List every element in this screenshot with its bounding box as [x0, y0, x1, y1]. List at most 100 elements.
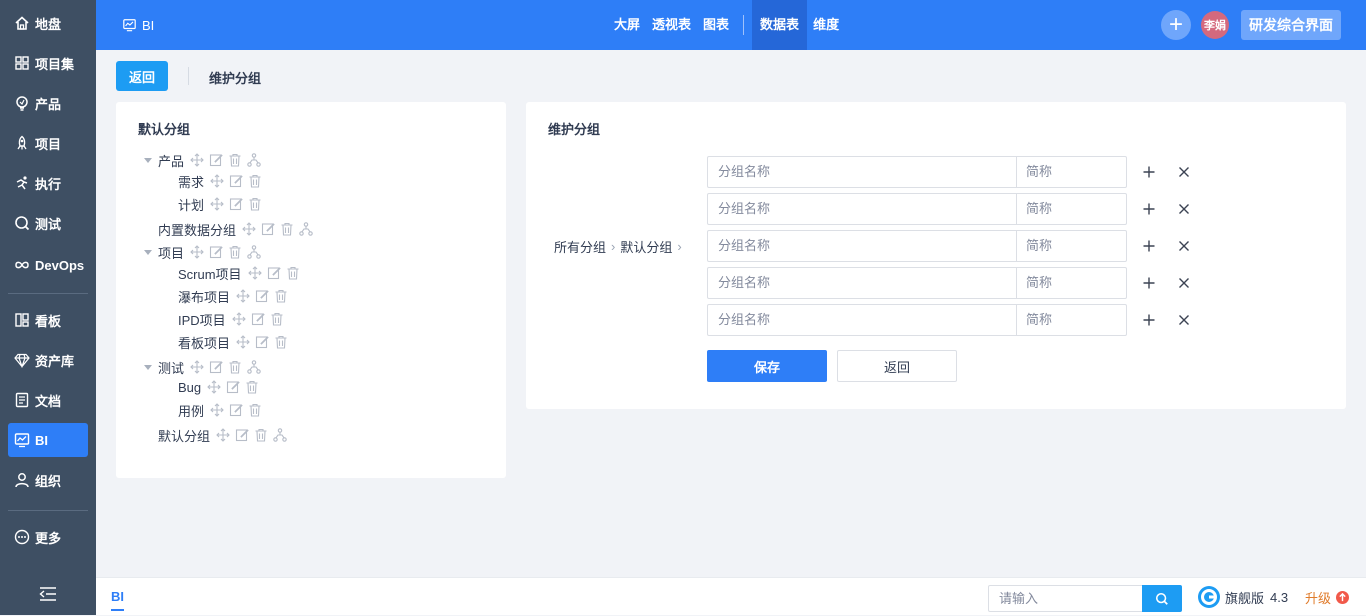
group-name-input[interactable]: 分组名称 [708, 194, 1017, 224]
add-subgroup-icon[interactable] [247, 360, 261, 374]
edit-icon[interactable] [209, 245, 223, 259]
move-icon[interactable] [210, 197, 224, 211]
sidebar-item-kanban[interactable]: 看板 [8, 303, 88, 337]
tree-node[interactable]: 用例 [178, 401, 267, 419]
group-abbr-input[interactable]: 简称 [1017, 194, 1126, 224]
group-abbr-input[interactable]: 简称 [1017, 231, 1126, 261]
caret-down-icon[interactable] [144, 249, 152, 255]
tree-node[interactable]: IPD项目 [178, 310, 289, 328]
edit-icon[interactable] [267, 266, 281, 280]
add-row-icon[interactable] [1142, 313, 1156, 327]
move-icon[interactable] [210, 403, 224, 417]
trash-icon[interactable] [254, 428, 268, 442]
add-row-icon[interactable] [1142, 202, 1156, 216]
edit-icon[interactable] [229, 197, 243, 211]
tree-node[interactable]: 瀑布项目 [178, 287, 293, 305]
tab-pivot[interactable]: 透视表 [646, 0, 697, 50]
group-abbr-input[interactable]: 简称 [1017, 305, 1126, 335]
sidebar-item-program[interactable]: 项目集 [8, 46, 88, 80]
tab-data-table[interactable]: 数据表 [752, 0, 808, 50]
edit-icon[interactable] [209, 360, 223, 374]
sidebar-item-organization[interactable]: 组织 [8, 463, 88, 497]
remove-row-icon[interactable] [1177, 313, 1191, 327]
trash-icon[interactable] [248, 403, 262, 417]
group-abbr-input[interactable]: 简称 [1017, 268, 1126, 298]
sidebar-item-test[interactable]: 测试 [8, 206, 88, 240]
edit-icon[interactable] [251, 312, 265, 326]
back-button[interactable]: 返回 [116, 61, 168, 91]
move-icon[interactable] [236, 289, 250, 303]
sidebar-item-devops[interactable]: DevOps [8, 248, 88, 282]
move-icon[interactable] [190, 360, 204, 374]
add-subgroup-icon[interactable] [299, 222, 313, 236]
tree-node[interactable]: Bug [178, 378, 264, 396]
tree-node[interactable]: 默认分组 [158, 426, 292, 444]
tree-node[interactable]: 计划 [178, 195, 267, 213]
group-name-input[interactable]: 分组名称 [708, 305, 1017, 335]
sidebar-item-docs[interactable]: 文档 [8, 383, 88, 417]
edit-icon[interactable] [235, 428, 249, 442]
edit-icon[interactable] [226, 380, 240, 394]
trash-icon[interactable] [248, 174, 262, 188]
trash-icon[interactable] [274, 289, 288, 303]
bottom-tab-bi[interactable]: BI [111, 578, 124, 616]
move-icon[interactable] [207, 380, 221, 394]
move-icon[interactable] [190, 245, 204, 259]
tree-node[interactable]: 测试 [144, 358, 266, 376]
tree-node[interactable]: 需求 [178, 172, 267, 190]
trash-icon[interactable] [274, 335, 288, 349]
edit-icon[interactable] [255, 289, 269, 303]
edit-icon[interactable] [255, 335, 269, 349]
move-icon[interactable] [242, 222, 256, 236]
breadcrumb-all-groups[interactable]: 所有分组 [554, 237, 606, 256]
tree-node[interactable]: 看板项目 [178, 333, 293, 351]
avatar[interactable]: 李娟 [1201, 11, 1229, 39]
move-icon[interactable] [210, 174, 224, 188]
edition-info[interactable]: 旗舰版 4.3 [1197, 578, 1288, 616]
search-button[interactable] [1142, 585, 1182, 612]
add-subgroup-icon[interactable] [247, 245, 261, 259]
tab-chart[interactable]: 图表 [697, 0, 735, 50]
trash-icon[interactable] [228, 245, 242, 259]
edit-icon[interactable] [209, 153, 223, 167]
sidebar-item-bi[interactable]: BI [8, 423, 88, 457]
tree-node[interactable]: 内置数据分组 [158, 220, 318, 238]
group-name-input[interactable]: 分组名称 [708, 268, 1017, 298]
sidebar-item-more[interactable]: 更多 [8, 520, 88, 554]
edit-icon[interactable] [229, 174, 243, 188]
sidebar-item-execution[interactable]: 执行 [8, 166, 88, 200]
search-input[interactable]: 请输入 [988, 585, 1143, 612]
trash-icon[interactable] [280, 222, 294, 236]
caret-down-icon[interactable] [144, 157, 152, 163]
sidebar-item-assets[interactable]: 资产库 [8, 343, 88, 377]
tab-dimension[interactable]: 维度 [807, 0, 845, 50]
quick-create-button[interactable]: + [1161, 10, 1191, 40]
remove-row-icon[interactable] [1177, 202, 1191, 216]
sidebar-item-product[interactable]: 产品 [8, 86, 88, 120]
remove-row-icon[interactable] [1177, 276, 1191, 290]
tree-node[interactable]: 产品 [144, 151, 266, 169]
group-name-input[interactable]: 分组名称 [708, 231, 1017, 261]
tab-screen[interactable]: 大屏 [608, 0, 646, 50]
sidebar-item-dashboard[interactable]: 地盘 [8, 6, 88, 40]
move-icon[interactable] [190, 153, 204, 167]
move-icon[interactable] [216, 428, 230, 442]
remove-row-icon[interactable] [1177, 165, 1191, 179]
remove-row-icon[interactable] [1177, 239, 1191, 253]
upgrade-link[interactable]: 升级 [1305, 578, 1350, 616]
trash-icon[interactable] [248, 197, 262, 211]
add-row-icon[interactable] [1142, 165, 1156, 179]
caret-down-icon[interactable] [144, 364, 152, 370]
add-subgroup-icon[interactable] [273, 428, 287, 442]
edit-icon[interactable] [229, 403, 243, 417]
tree-node[interactable]: Scrum项目 [178, 264, 305, 282]
move-icon[interactable] [236, 335, 250, 349]
trash-icon[interactable] [245, 380, 259, 394]
add-subgroup-icon[interactable] [247, 153, 261, 167]
trash-icon[interactable] [228, 153, 242, 167]
edit-icon[interactable] [261, 222, 275, 236]
sidebar-item-project[interactable]: 项目 [8, 126, 88, 160]
save-button[interactable]: 保存 [707, 350, 827, 382]
vision-switch-button[interactable]: 研发综合界面 [1241, 10, 1341, 40]
move-icon[interactable] [231, 312, 246, 326]
